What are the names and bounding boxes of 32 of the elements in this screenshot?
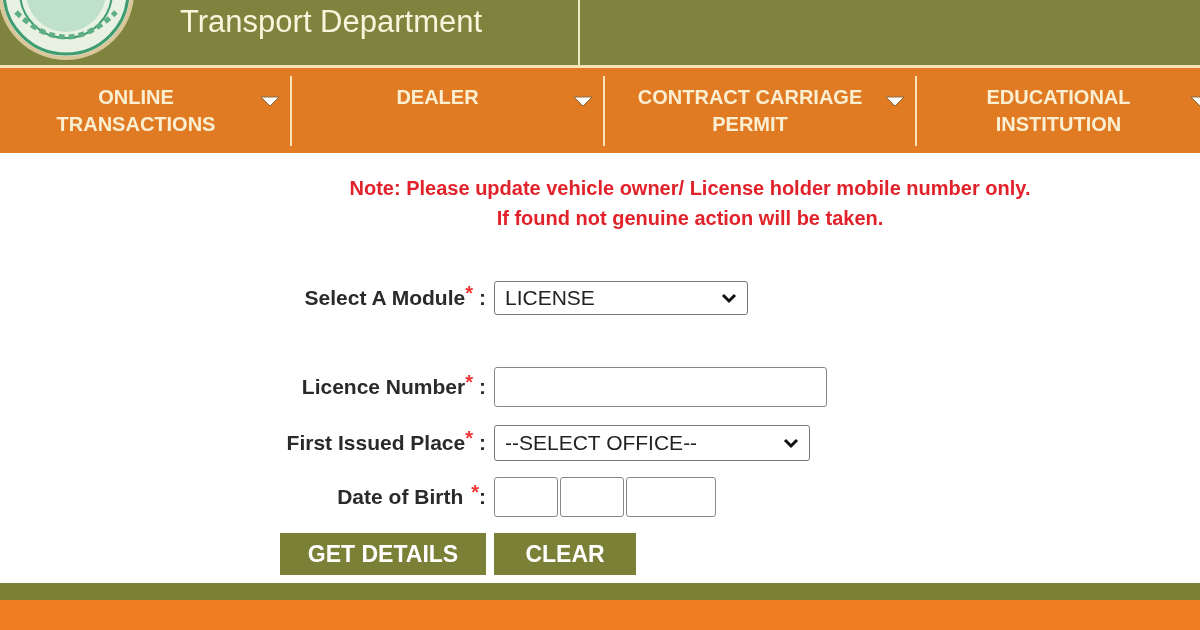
select-field[interactable]: --SELECT OFFICE-- <box>494 425 810 461</box>
chevron-down-icon[interactable] <box>783 437 799 449</box>
input-field[interactable] <box>626 477 716 517</box>
nav-menu-item[interactable]: ONLINE TRANSACTIONS <box>51 84 221 138</box>
caret-icon[interactable] <box>573 95 593 108</box>
nav-menu-item[interactable]: DEALER <box>396 84 479 111</box>
caret-icon[interactable] <box>260 95 280 108</box>
warning-note: If found not genuine action will be taken. <box>496 206 884 231</box>
select-field[interactable]: LICENSE <box>494 281 748 315</box>
chevron-down-icon[interactable] <box>721 292 737 304</box>
colon: : <box>479 375 486 399</box>
field-label: Select A Module <box>304 286 466 310</box>
action-button[interactable]: CLEAR <box>494 533 636 575</box>
nav-menu-item[interactable]: EDUCATIONAL INSTITUTION <box>963 84 1154 138</box>
colon: : <box>479 286 486 310</box>
field-label: Licence Number <box>301 375 466 399</box>
field-label: First Issued Place <box>286 431 466 455</box>
input-field[interactable] <box>494 477 558 517</box>
required-mark: * <box>465 282 473 304</box>
colon: : <box>479 431 486 455</box>
nav-menu-item[interactable]: CONTRACT CARRIAGE PERMIT <box>615 84 885 138</box>
warning-note: Note: Please update vehicle owner/ License holder mobile number only. <box>349 176 1031 201</box>
required-mark: * <box>471 481 479 504</box>
required-mark: * <box>465 427 473 449</box>
site-title: Transport Department <box>180 3 483 40</box>
caret-icon[interactable] <box>885 95 905 108</box>
action-button[interactable]: GET DETAILS <box>280 533 486 575</box>
required-mark: * <box>465 371 473 393</box>
field-label: Date of Birth <box>337 485 464 509</box>
input-field[interactable] <box>560 477 624 517</box>
colon: : <box>479 485 486 509</box>
input-field[interactable] <box>494 367 827 407</box>
